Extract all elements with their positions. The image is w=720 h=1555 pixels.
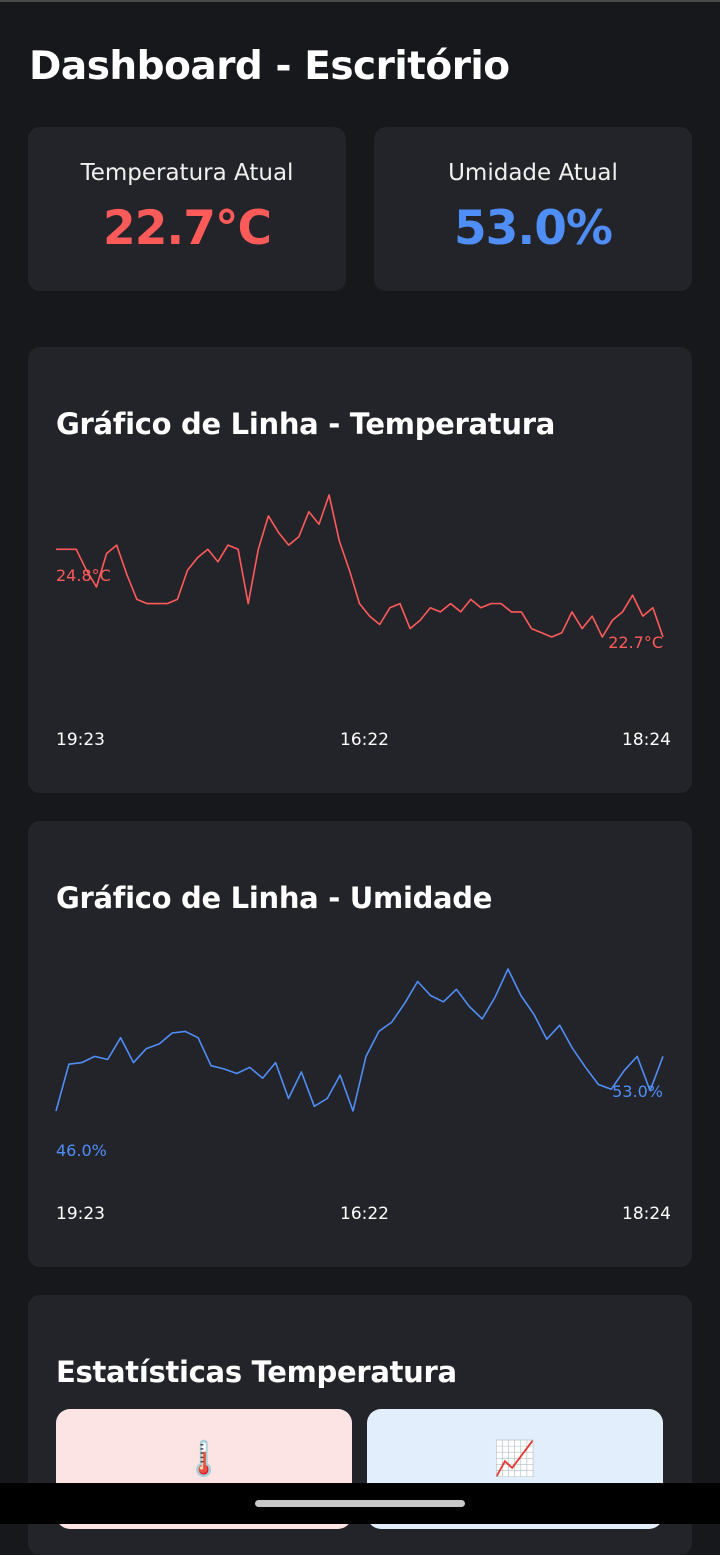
series-line	[55, 968, 664, 1112]
humidity-x-tick: 16:22	[340, 1204, 389, 1224]
temperature-x-tick: 19:23	[56, 730, 105, 750]
humidity-line-chart: 46.0% 53.0%	[55, 968, 664, 1160]
page-title: Dashboard - Escritório	[29, 44, 510, 89]
humidity-x-tick: 18:24	[622, 1204, 671, 1224]
humidity-value: 53.0%	[453, 201, 613, 256]
temperature-value: 22.7°C	[103, 201, 272, 256]
chart-increasing-icon: 📈	[493, 1439, 537, 1479]
temperature-line-chart: 24.8°C 22.7°C	[56, 494, 664, 652]
home-gesture-handle[interactable]	[255, 1500, 465, 1507]
stats-title: Estatísticas Temperatura	[56, 1355, 457, 1389]
temperature-start-label: 24.8°C	[56, 566, 111, 585]
humidity-card: Umidade Atual 53.0%	[374, 127, 692, 291]
temperature-end-label: 22.7°C	[608, 633, 663, 652]
humidity-label: Umidade Atual	[448, 160, 618, 186]
humidity-start-label: 46.0%	[56, 1141, 107, 1160]
humidity-x-tick: 19:23	[56, 1204, 105, 1224]
series-line	[56, 494, 664, 638]
temperature-label: Temperatura Atual	[80, 160, 294, 186]
temperature-card: Temperatura Atual 22.7°C	[28, 127, 346, 291]
temperature-x-tick: 16:22	[340, 730, 389, 750]
humidity-end-label: 53.0%	[612, 1082, 663, 1101]
temperature-x-tick: 18:24	[622, 730, 671, 750]
temperature-chart-card: Gráfico de Linha - Temperatura 24.8°C 22…	[28, 347, 692, 793]
thermometer-icon: 🌡️	[182, 1439, 226, 1479]
status-bar-line	[0, 0, 720, 2]
humidity-chart-card: Gráfico de Linha - Umidade 46.0% 53.0% 1…	[28, 821, 692, 1267]
